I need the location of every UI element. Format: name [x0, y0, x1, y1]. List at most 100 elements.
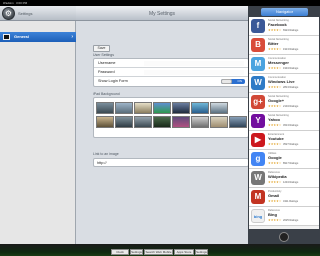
background-thumb[interactable] [229, 116, 247, 128]
list-item[interactable]: B Social Networking Bitter ★★★★☆ 1913 Rating… [249, 36, 319, 55]
sidebar-item-label: General [14, 34, 29, 39]
ratings-count: 2813 Ratings [283, 85, 299, 89]
background-thumb[interactable] [153, 102, 171, 114]
star-rating-icon: ★★★★☆ [268, 142, 282, 146]
background-thumb[interactable] [96, 102, 114, 114]
app-icon: W [251, 76, 265, 90]
app-icon: Y [251, 114, 265, 128]
app-icon: f [251, 19, 265, 33]
list-item[interactable]: g Utilities Google ★★★★☆ 8917 Ratings [249, 150, 319, 169]
app-name: Youtube [268, 136, 284, 141]
ratings-count: 2104 Ratings [283, 104, 299, 108]
star-rating-icon: ★★★★☆ [268, 47, 282, 51]
star-rating-icon: ★★★★☆ [268, 85, 282, 89]
app-icon: g [251, 152, 265, 166]
background-thumb[interactable] [172, 116, 190, 128]
app-name: Bing [268, 212, 277, 217]
left-header-title: Settings [18, 11, 33, 16]
app-icon: B [251, 38, 265, 52]
background-thumb[interactable] [134, 116, 152, 128]
navigator-title: Navigator [261, 8, 308, 16]
app-name: Wikipedia [268, 174, 287, 179]
ipad-background-label: iPad Background [93, 92, 120, 96]
left-header: ⚙ Settings [0, 6, 76, 21]
background-gallery [93, 97, 249, 138]
chevron-right-icon: › [71, 34, 73, 40]
app-icon: ▶ [251, 133, 265, 147]
taskbar-tab[interactable]: Search Web Mobile [144, 249, 173, 255]
app-name: Gmail [268, 193, 280, 198]
list-item[interactable]: ▶ Entertainment Youtube ★★★★☆ 3527 Ratings [249, 131, 319, 150]
star-rating-icon: ★★★★☆ [268, 123, 282, 127]
background-thumb[interactable] [96, 116, 114, 128]
star-rating-icon: ★★★★☆ [268, 28, 282, 32]
list-item[interactable]: W Communication Windows Live ★★★★☆ 2813 Rati… [249, 74, 319, 93]
list-item[interactable]: g+ Social Networking Google+ ★★★★☆ 2104 Rati… [249, 93, 319, 112]
ratings-count: 3527 Ratings [283, 142, 299, 146]
list-item[interactable]: bing Reference Bing ★★★★☆ 2025 Ratings [249, 207, 319, 226]
background-thumb[interactable] [191, 116, 209, 128]
password-label: Password [98, 70, 115, 74]
toggle-state: ON [237, 79, 243, 83]
detail-header: My Settings [76, 6, 248, 21]
taskbar-tab[interactable]: Clock [111, 249, 129, 255]
sidebar-item-general[interactable]: General › [0, 32, 76, 42]
background-thumb[interactable] [191, 102, 209, 114]
sidebar: General › [0, 21, 76, 244]
list-item[interactable]: W Reference Wikipedia ★★★★☆ 1234 Ratings [249, 169, 319, 188]
show-login-form-toggle[interactable]: ON [221, 79, 245, 84]
ratings-count: 1234 Ratings [283, 180, 299, 184]
show-login-form-row: Show Login Form ON [94, 77, 248, 86]
star-rating-icon: ★★★★☆ [268, 180, 282, 184]
password-row[interactable]: Password [94, 68, 248, 77]
app-icon: g+ [251, 95, 265, 109]
home-button[interactable] [279, 232, 289, 242]
app-name: Facebook [268, 22, 287, 27]
background-thumb[interactable] [210, 102, 228, 114]
app-icon: W [251, 171, 265, 185]
ratings-count: 8917 Ratings [283, 161, 299, 165]
gear-icon[interactable]: ⚙ [2, 7, 15, 20]
app-icon: M [251, 190, 265, 204]
background-thumb[interactable] [210, 116, 228, 128]
background-thumb[interactable] [115, 116, 133, 128]
navigator-panel: Navigator f Social Networking Facebook ★★★★… [248, 6, 320, 244]
save-button[interactable]: Save [93, 45, 110, 52]
background-thumb[interactable] [172, 102, 190, 114]
list-item[interactable]: M Productivity Gmail ★★★★☆ 4311 Ratings [249, 188, 319, 207]
show-login-form-label: Show Login Form [98, 79, 128, 83]
taskbar-tab[interactable]: Apps Store [174, 249, 194, 255]
username-row[interactable]: Username [94, 59, 248, 68]
general-icon [3, 34, 10, 40]
user-settings-label: User Settings [93, 53, 115, 57]
user-settings-group: Username Password Show Login Form ON [93, 58, 249, 87]
navigator-app-list: f Social Networking Facebook ★★★★☆ 6924 Rati… [249, 17, 319, 229]
taskbar-tab[interactable]: Settings [195, 249, 208, 255]
star-rating-icon: ★★★★☆ [268, 199, 282, 203]
link-image-group: http:// [93, 158, 249, 167]
app-name: Messenger [268, 60, 289, 65]
app-name: Bitter [268, 41, 279, 46]
ratings-count: 4311 Ratings [283, 199, 299, 203]
ratings-count: 6924 Ratings [283, 28, 299, 32]
taskbar-tab[interactable]: Settings [130, 249, 143, 255]
taskbar: Clock Settings Search Web Mobile Apps Store… [0, 244, 320, 256]
app-name: Yahoo [268, 117, 281, 122]
star-rating-icon: ★★★★☆ [268, 66, 282, 70]
page-title: My Settings [148, 11, 176, 17]
star-rating-icon: ★★★★☆ [268, 218, 282, 222]
ratings-count: 2025 Ratings [283, 218, 299, 222]
password-field[interactable] [144, 70, 244, 75]
background-thumb[interactable] [115, 102, 133, 114]
star-rating-icon: ★★★★☆ [268, 161, 282, 165]
list-item[interactable]: M Communication Messenger ★★★★☆ 1934 Ratings [249, 55, 319, 74]
settings-app: ⚙ Settings General › My Settings Save Us… [0, 6, 249, 244]
list-item[interactable]: f Social Networking Facebook ★★★★☆ 6924 Rati… [249, 17, 319, 36]
background-thumb[interactable] [134, 102, 152, 114]
background-thumb[interactable] [153, 116, 171, 128]
list-item[interactable]: Y Social Networking Yahoo ★★★★☆ 4513 Ratings [249, 112, 319, 131]
image-url-field[interactable]: http:// [97, 161, 245, 166]
app-name: Google+ [268, 98, 285, 103]
app-icon: bing [251, 209, 265, 223]
username-field[interactable] [144, 61, 244, 66]
